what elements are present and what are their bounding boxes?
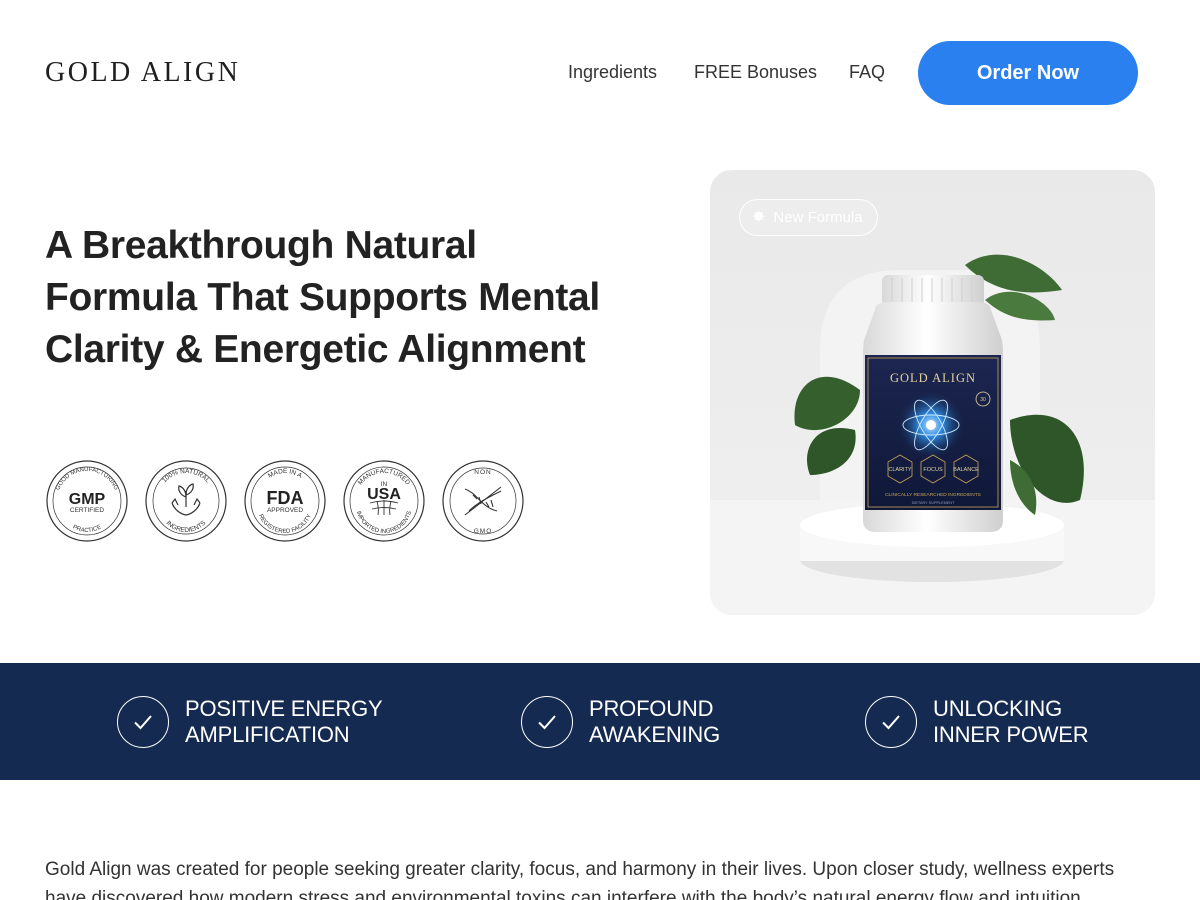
- brand-logo[interactable]: GOLD ALIGN: [45, 57, 240, 89]
- made-in-usa-badge: MANUFACTURED IN USA IMPORTED INGREDIENTS: [342, 459, 426, 543]
- nav-link-faq[interactable]: FAQ: [849, 62, 885, 83]
- nav-link-ingredients[interactable]: Ingredients: [568, 62, 657, 83]
- gmp-badge-top-text: GOOD MANUFACTURING: [55, 467, 119, 492]
- benefit-label: PROFOUND AWAKENING: [589, 696, 720, 748]
- gmo-badge-top-text: NON: [474, 469, 491, 476]
- benefit-profound-awakening: PROFOUND AWAKENING: [521, 695, 720, 749]
- bottle-brand-text: GOLD ALIGN: [890, 371, 976, 385]
- bottle-tag-balance: BALANCE: [953, 467, 979, 473]
- bottle-tag-clarity: CLARITY: [888, 467, 912, 473]
- benefit-line-1: PROFOUND: [589, 696, 714, 721]
- sparkle-icon: ✸: [752, 208, 766, 226]
- natural-ingredients-badge: 100% NATURAL INGREDIENTS: [144, 459, 228, 543]
- benefit-line-2: AWAKENING: [589, 722, 721, 747]
- bottle-sub-text: DIETARY SUPPLEMENT: [912, 501, 956, 505]
- benefit-label: UNLOCKING INNER POWER: [933, 696, 1089, 748]
- dna-strand-icon: [464, 486, 502, 516]
- svg-text:REGISTERED FACILITY: REGISTERED FACILITY: [257, 514, 313, 536]
- non-gmo-badge: NON GMO: [441, 459, 525, 543]
- gmp-certified-badge: GOOD MANUFACTURING GMP CERTIFIED PRACTIC…: [45, 459, 129, 543]
- fda-badge-bottom-text: REGISTERED FACILITY: [257, 514, 313, 536]
- benefit-inner-power: UNLOCKING INNER POWER: [865, 695, 1089, 749]
- check-circle-icon: [865, 696, 917, 748]
- benefit-positive-energy: POSITIVE ENERGY AMPLIFICATION: [117, 695, 383, 749]
- trust-badges: GOOD MANUFACTURING GMP CERTIFIED PRACTIC…: [45, 459, 535, 543]
- natural-badge-top-text: 100% NATURAL: [161, 468, 211, 485]
- gmo-badge-bottom-text: GMO: [474, 528, 493, 535]
- intro-paragraph: Gold Align was created for people seekin…: [45, 859, 1115, 900]
- check-circle-icon: [521, 696, 573, 748]
- gmp-badge-sub: CERTIFIED: [70, 507, 104, 514]
- check-circle-icon: [117, 696, 169, 748]
- supplement-bottle: GOLD ALIGN 30 CLARITY FOCUS BALANCE CLIN…: [863, 275, 1003, 532]
- site-header: GOLD ALIGN Ingredients FREE Bonuses FAQ …: [0, 0, 1200, 145]
- new-formula-label: New Formula: [773, 209, 863, 226]
- bottle-line-text: CLINICALLY RESEARCHED INGREDIENTS: [885, 492, 981, 498]
- globe-icon: [369, 500, 399, 516]
- bottle-count-text: 30: [980, 397, 986, 403]
- product-scene: GOLD ALIGN 30 CLARITY FOCUS BALANCE CLIN…: [710, 254, 1155, 615]
- new-formula-pill: ✸ New Formula: [739, 199, 878, 236]
- svg-text:INGREDIENTS: INGREDIENTS: [165, 519, 208, 534]
- benefit-line-1: POSITIVE ENERGY: [185, 696, 383, 721]
- gmp-badge-main: GMP: [69, 491, 106, 508]
- svg-text:GOOD MANUFACTURING: GOOD MANUFACTURING: [55, 467, 119, 492]
- hands-leaf-icon: [171, 483, 201, 516]
- product-image-card: GOLD ALIGN 30 CLARITY FOCUS BALANCE CLIN…: [710, 170, 1155, 615]
- hero-headline: A Breakthrough Natural Formula That Supp…: [45, 224, 600, 371]
- benefit-label: POSITIVE ENERGY AMPLIFICATION: [185, 696, 383, 748]
- order-now-button[interactable]: Order Now: [918, 41, 1138, 105]
- nav-link-free-bonuses[interactable]: FREE Bonuses: [694, 62, 817, 83]
- benefit-line-1: UNLOCKING: [933, 696, 1062, 721]
- svg-text:100% NATURAL: 100% NATURAL: [161, 468, 211, 485]
- bottle-tag-focus: FOCUS: [923, 467, 943, 473]
- benefit-line-2: AMPLIFICATION: [185, 722, 350, 747]
- gmp-badge-bottom-text: PRACTICE: [72, 524, 103, 534]
- svg-text:PRACTICE: PRACTICE: [72, 524, 103, 534]
- fda-badge-main: FDA: [267, 488, 304, 508]
- benefit-line-2: INNER POWER: [933, 722, 1089, 747]
- fda-badge-sub: APPROVED: [267, 507, 303, 514]
- fda-registered-badge: MADE IN A FDA APPROVED REGISTERED FACILI…: [243, 459, 327, 543]
- natural-badge-bottom-text: INGREDIENTS: [165, 519, 208, 534]
- benefits-bar: POSITIVE ENERGY AMPLIFICATION PROFOUND A…: [0, 663, 1200, 780]
